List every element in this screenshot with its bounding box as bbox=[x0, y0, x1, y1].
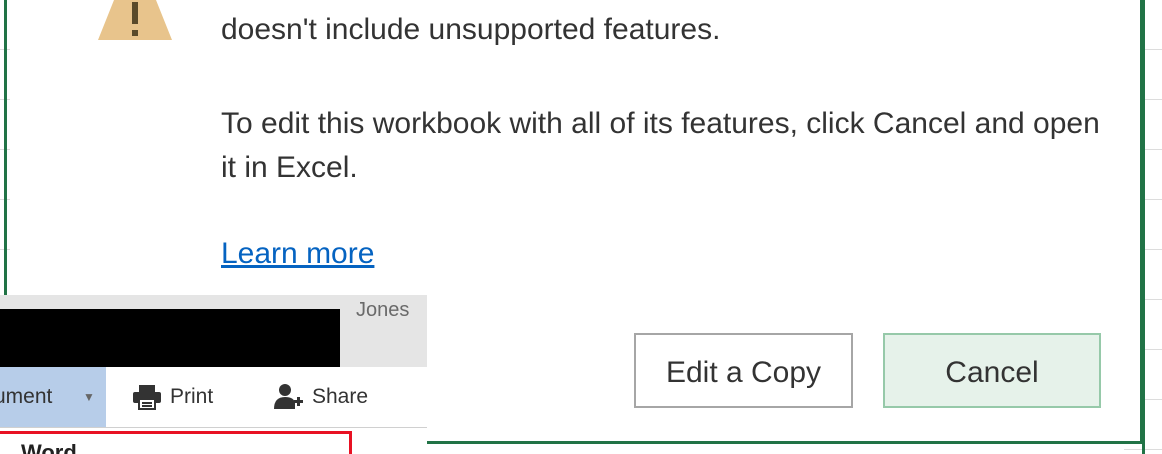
add-person-icon bbox=[274, 384, 303, 410]
learn-more-link[interactable]: Learn more bbox=[221, 234, 374, 274]
menu-item-label: Word bbox=[21, 440, 77, 454]
cancel-button[interactable]: Cancel bbox=[883, 333, 1101, 408]
user-name: Jones bbox=[356, 299, 410, 321]
highlighted-menu-item[interactable]: Word bbox=[0, 431, 352, 454]
redacted-bar bbox=[0, 309, 340, 367]
edit-a-copy-button[interactable]: Edit a Copy bbox=[634, 333, 853, 408]
chevron-down-icon: ▼ bbox=[83, 390, 95, 404]
print-button[interactable]: Print bbox=[132, 367, 213, 427]
document-menu-label: ument bbox=[0, 385, 53, 408]
divider bbox=[0, 427, 427, 428]
dialog-message-line2: To edit this workbook with all of its fe… bbox=[221, 107, 1100, 184]
printer-icon bbox=[133, 385, 161, 411]
share-label: Share bbox=[312, 385, 369, 408]
warning-icon bbox=[98, 0, 172, 40]
share-button[interactable]: Share bbox=[274, 367, 368, 427]
dialog-message-line1: doesn't include unsupported features. bbox=[221, 13, 721, 46]
inset-screenshot: Jones ument ▼ Print Share Word bbox=[0, 295, 427, 454]
document-menu[interactable]: ument ▼ bbox=[0, 367, 106, 427]
print-label: Print bbox=[170, 385, 214, 408]
